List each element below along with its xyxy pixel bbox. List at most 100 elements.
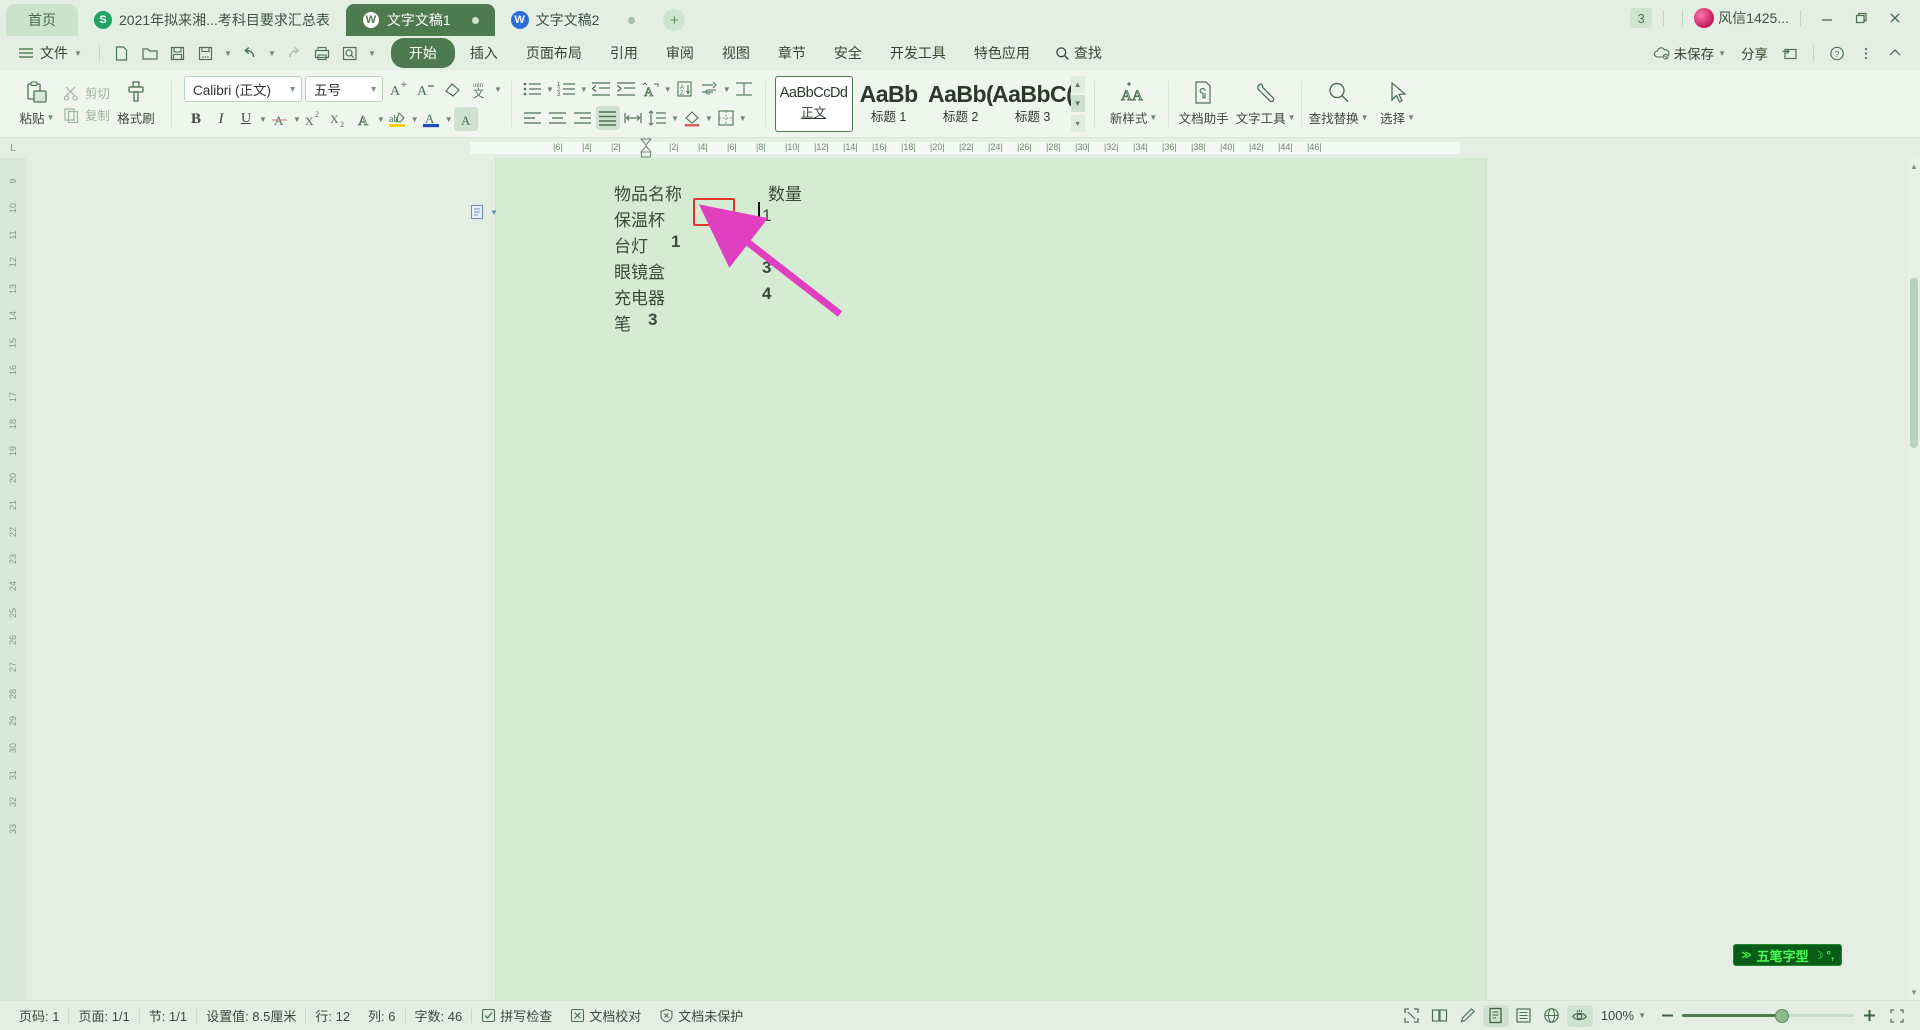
horizontal-ruler[interactable]: |6| |4| |2| |2| |4| |6| |8| |10| |12| |14| |16| |18… xyxy=(26,138,1908,158)
find-button[interactable]: 查找 xyxy=(1045,38,1112,68)
zoom-slider-knob[interactable] xyxy=(1775,1008,1789,1023)
styles-expand[interactable]: ▾ xyxy=(1070,114,1085,132)
tab-insert[interactable]: 插入 xyxy=(457,38,511,68)
notification-badge[interactable]: 3 xyxy=(1630,8,1653,28)
spell-check-toggle[interactable]: 拼写检查 xyxy=(472,1006,561,1025)
page-count[interactable]: 页面: 1/1 xyxy=(69,1006,138,1025)
font-size-select[interactable]: 五号 ▼ xyxy=(305,76,384,102)
show-formatting-marks-icon[interactable] xyxy=(698,77,722,101)
save-as-caret-icon[interactable]: ▼ xyxy=(221,40,235,66)
superscript-button[interactable]: X2 xyxy=(302,107,326,131)
chevron-down-icon-spacing[interactable]: ▼ xyxy=(671,114,679,123)
styles-scroll-up[interactable]: ▲ xyxy=(1070,75,1085,93)
chevron-down-icon-shading[interactable]: ▼ xyxy=(705,114,713,123)
vertical-ruler[interactable]: 9 10 11 12 13 14 15 16 17 18 19 20 21 22 23 24 25 26 27 28 2… xyxy=(0,158,26,1000)
align-justify-icon[interactable] xyxy=(595,106,620,130)
indent-markers-icon[interactable] xyxy=(638,138,654,158)
italic-button[interactable]: I xyxy=(209,107,233,131)
align-center-icon[interactable] xyxy=(546,106,570,130)
borders-icon[interactable] xyxy=(714,106,738,130)
new-document-icon[interactable] xyxy=(109,40,135,66)
more-options-icon[interactable] xyxy=(1853,40,1879,66)
styles-scroll-down[interactable]: ▼ xyxy=(1070,95,1085,112)
zoom-level-button[interactable]: 100% ▼ xyxy=(1595,1008,1652,1023)
chevron-down-icon-strike[interactable]: ▼ xyxy=(293,115,301,124)
tab-writer-2[interactable]: W 文字文稿2 xyxy=(495,4,652,36)
new-style-button[interactable]: AA 新样式 ▼ xyxy=(1104,80,1164,127)
document-assistant-button[interactable]: 文档助手 xyxy=(1173,80,1235,127)
close-button[interactable] xyxy=(1880,5,1910,31)
shrink-font-button[interactable]: A xyxy=(413,77,437,101)
protection-toggle[interactable]: 文档未保护 xyxy=(650,1006,752,1025)
text-effects-button[interactable]: A xyxy=(352,107,376,131)
align-right-icon[interactable] xyxy=(571,106,595,130)
word-count[interactable]: 字数: 46 xyxy=(406,1006,472,1025)
chevron-down-icon-borders[interactable]: ▼ xyxy=(739,114,747,123)
save-as-icon[interactable] xyxy=(193,40,219,66)
save-icon[interactable] xyxy=(165,40,191,66)
style-heading-3[interactable]: AaBbC( 标题 3 xyxy=(992,76,1073,132)
tab-references[interactable]: 引用 xyxy=(597,38,651,68)
tab-close-dot[interactable] xyxy=(471,16,479,24)
chevron-down-icon-highlight[interactable]: ▼ xyxy=(411,115,419,124)
eye-protection-icon[interactable] xyxy=(1566,1004,1593,1027)
tab-review[interactable]: 审阅 xyxy=(653,38,707,68)
redo-icon[interactable] xyxy=(281,40,307,66)
paste-button[interactable]: 粘贴 ▼ xyxy=(11,80,63,127)
minimize-button[interactable] xyxy=(1812,5,1842,31)
sort-icon[interactable]: AZ xyxy=(673,77,697,101)
text-direction-icon[interactable]: A xyxy=(639,77,663,101)
select-button[interactable]: 选择 ▼ xyxy=(1372,80,1424,127)
share-button[interactable]: 分享 xyxy=(1735,39,1774,67)
tab-page-layout[interactable]: 页面布局 xyxy=(513,38,595,68)
distribute-icon[interactable] xyxy=(621,106,645,130)
text-tools-button[interactable]: 文字工具 ▼ xyxy=(1235,80,1297,127)
vertical-scrollbar[interactable]: ▲ ▼ xyxy=(1908,158,1920,1000)
style-normal[interactable]: AaBbCcDd 正文 xyxy=(774,75,853,132)
bullet-list-icon[interactable] xyxy=(521,77,545,101)
decrease-indent-icon[interactable] xyxy=(589,77,613,101)
chevron-down-icon-marks[interactable]: ▼ xyxy=(723,85,731,94)
font-family-select[interactable]: Calibri (正文) ▼ xyxy=(184,76,303,102)
tab-security[interactable]: 安全 xyxy=(821,38,875,68)
text-highlight-icon[interactable]: ab xyxy=(386,107,410,131)
find-replace-button[interactable]: 查找替换 ▼ xyxy=(1306,80,1372,127)
strikethrough-button[interactable]: A xyxy=(268,107,292,131)
align-left-icon[interactable] xyxy=(521,106,545,130)
merge-cells-icon[interactable] xyxy=(732,77,756,101)
chevron-down-icon-pinyin[interactable]: ▼ xyxy=(494,85,502,94)
line-number[interactable]: 行: 12 xyxy=(306,1006,359,1025)
file-menu-button[interactable]: 文件 ▼ xyxy=(10,40,90,66)
customize-qat-icon[interactable]: ▼ xyxy=(365,40,379,66)
section[interactable]: 节: 1/1 xyxy=(140,1006,196,1025)
avatar[interactable] xyxy=(1694,8,1715,28)
zoom-slider[interactable] xyxy=(1682,1008,1854,1023)
new-tab-button[interactable]: + xyxy=(663,9,686,31)
chevron-down-icon-bullets[interactable]: ▼ xyxy=(546,85,554,94)
scroll-up-arrow[interactable]: ▲ xyxy=(1909,160,1919,172)
shading-icon[interactable] xyxy=(680,106,704,130)
increase-indent-icon[interactable] xyxy=(614,77,638,101)
tab-spreadsheet[interactable]: S 2021年拟来湘...考科目要求汇总表 xyxy=(78,4,346,36)
web-layout-view-icon[interactable] xyxy=(1539,1005,1565,1027)
edit-pen-icon[interactable] xyxy=(1455,1005,1481,1027)
column-number[interactable]: 列: 6 xyxy=(359,1006,404,1025)
chevron-down-icon-direction[interactable]: ▼ xyxy=(664,85,672,94)
style-heading-2[interactable]: AaBb( 标题 2 xyxy=(925,76,997,132)
measurement[interactable]: 设置值: 8.5厘米 xyxy=(197,1006,305,1025)
print-icon[interactable] xyxy=(309,40,335,66)
save-state-button[interactable]: 未保存 ▼ xyxy=(1647,39,1732,67)
fullscreen-view-icon[interactable] xyxy=(1399,1005,1425,1027)
character-border-button[interactable]: A xyxy=(453,107,478,131)
paste-options-icon[interactable]: ▼ xyxy=(470,204,498,221)
cut-button[interactable]: 剪切 xyxy=(63,83,110,102)
clear-formatting-icon[interactable] xyxy=(440,77,464,101)
ruler-corner[interactable]: L xyxy=(0,138,26,158)
collaborate-icon[interactable] xyxy=(1777,40,1803,66)
pinyin-guide-icon[interactable]: uén 文 xyxy=(467,77,491,101)
help-icon[interactable]: ? xyxy=(1824,40,1850,66)
chevron-down-icon-fontcolor[interactable]: ▼ xyxy=(445,115,453,124)
restore-button[interactable] xyxy=(1846,5,1876,31)
chevron-down-icon-underline[interactable]: ▼ xyxy=(259,115,267,124)
tab-view[interactable]: 视图 xyxy=(709,38,763,68)
